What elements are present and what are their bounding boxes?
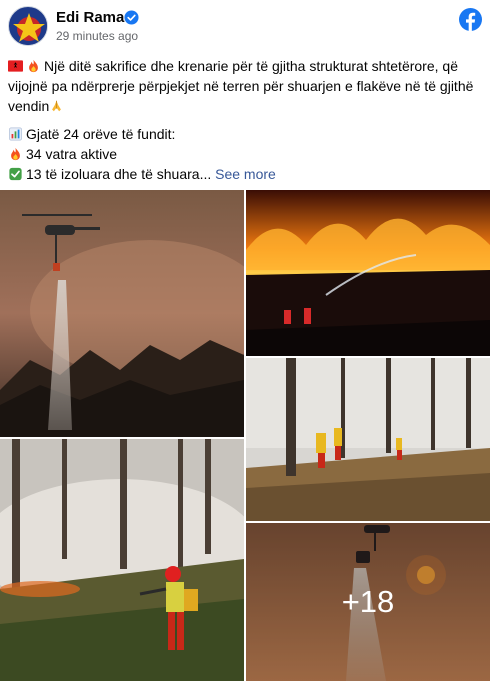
- see-more-link[interactable]: See more: [215, 166, 276, 182]
- fire-icon: [29, 59, 38, 73]
- post-text-line-2: vijojnë pa ndërprerje përpjekjet në terr…: [8, 78, 474, 94]
- firefighter-smoke-photo-image: [0, 439, 244, 681]
- verified-badge-icon: [124, 10, 139, 25]
- post-timestamp[interactable]: 29 minutes ago: [56, 28, 138, 44]
- post-text: Një ditë sakrifice dhe krenarie për të g…: [8, 56, 484, 184]
- albania-flag-icon: [8, 60, 23, 72]
- night-fire-photo-image: [246, 190, 490, 356]
- post-text-line-3: vendin: [8, 98, 50, 114]
- author-avatar[interactable]: [8, 6, 48, 46]
- facebook-post: Edi Rama 29 minutes ago Një ditë sakrifi…: [0, 0, 490, 681]
- more-photos-count: +18: [341, 584, 395, 619]
- author-name[interactable]: Edi Rama: [56, 9, 124, 27]
- photo-firefighter-smoke[interactable]: [0, 439, 244, 681]
- photo-night-fire[interactable]: [246, 190, 490, 356]
- bar-chart-icon: [9, 127, 22, 141]
- photo-forest-firefighters[interactable]: [246, 358, 490, 521]
- stat-line-2: 34 vatra aktive: [26, 146, 118, 162]
- folded-hands-icon: [52, 100, 62, 112]
- fire-icon: [11, 147, 20, 161]
- stat-line-1: Gjatë 24 orëve të fundit:: [26, 126, 176, 142]
- check-mark-icon: [9, 167, 22, 181]
- photo-helicopter-drop[interactable]: [0, 190, 244, 437]
- facebook-logo-icon[interactable]: [459, 8, 482, 31]
- helicopter-photo-image: [0, 190, 244, 437]
- photo-aircraft-sky[interactable]: +18: [246, 523, 490, 681]
- forest-firefighters-photo-image: [246, 358, 490, 521]
- more-photos-overlay[interactable]: +18: [246, 523, 490, 681]
- post-text-line-1: Një ditë sakrifice dhe krenarie për të g…: [44, 58, 458, 74]
- stat-line-3: 13 të izoluara dhe të shuara...: [26, 166, 212, 182]
- post-header: Edi Rama 29 minutes ago: [0, 0, 490, 50]
- avatar-star-icon: [10, 8, 47, 45]
